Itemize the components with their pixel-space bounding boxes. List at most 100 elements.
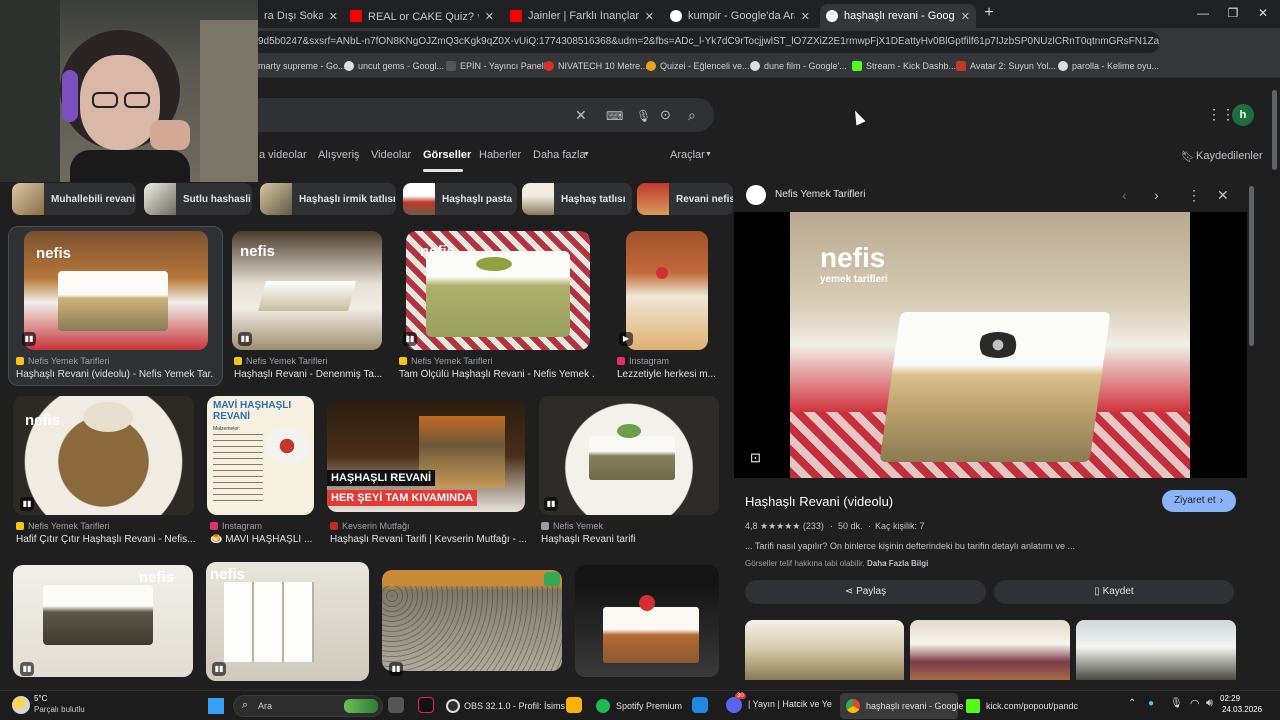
result-title[interactable]: Haşhaşlı Revani - Denenmiş Ta... bbox=[234, 369, 384, 380]
clock-time[interactable]: 02:29 bbox=[1220, 694, 1240, 703]
result-image[interactable]: MAVİ HAŞHAŞLI REVANİ Malzemeler: bbox=[207, 396, 314, 515]
tools-button[interactable]: Araçlar bbox=[670, 149, 705, 161]
result-title[interactable]: 🍮 MAVİ HAŞHAŞLI ... bbox=[210, 534, 314, 545]
task-view-icon[interactable] bbox=[388, 697, 404, 713]
taskbar-obs[interactable]: OBS 32.1.0 - Profil: İsims bbox=[446, 699, 565, 713]
related-image[interactable] bbox=[745, 620, 904, 680]
more-icon[interactable]: ⋮ bbox=[1187, 187, 1201, 204]
weather-icon[interactable] bbox=[12, 696, 30, 714]
result-image[interactable] bbox=[575, 565, 719, 677]
bookmark-item[interactable]: EPİN - Yayıncı Paneli bbox=[446, 61, 546, 71]
result-image[interactable]: nefis bbox=[406, 231, 590, 350]
result-title[interactable]: Haşhaşlı Revani tarifi bbox=[541, 534, 717, 545]
search-icon[interactable]: ⌕ bbox=[688, 107, 696, 124]
tray-chevron-icon[interactable]: ⌃ bbox=[1128, 698, 1136, 709]
tray-app-icon[interactable]: ● bbox=[1148, 698, 1154, 709]
tab-2[interactable]: REAL or CAKE Quiz? ✔️📋🔺 ✕ bbox=[344, 4, 500, 28]
chip-revani-nefis[interactable]: Revani nefis bbox=[637, 183, 733, 215]
maximize-icon[interactable]: ❐ bbox=[1218, 6, 1248, 20]
lens-icon[interactable]: ⊙ bbox=[660, 107, 671, 123]
preview-image[interactable]: nefis yemek tarifleri bbox=[790, 212, 1190, 478]
close-icon[interactable]: ✕ bbox=[801, 10, 810, 23]
result-image[interactable]: nefis bbox=[232, 231, 382, 350]
bookmark-item[interactable]: dune film - Google'... bbox=[750, 61, 847, 71]
close-icon[interactable]: ✕ bbox=[329, 10, 338, 23]
bookmark-item[interactable]: parolla - Kelime oyu... bbox=[1058, 61, 1159, 71]
close-icon[interactable]: ✕ bbox=[961, 10, 970, 23]
bookmark-item[interactable]: uncut gems - Googl... bbox=[344, 61, 444, 71]
result-title[interactable]: Haşhaşlı Revani (videolu) - Nefis Yemek … bbox=[16, 369, 214, 380]
result-image[interactable] bbox=[539, 396, 719, 515]
result-image[interactable]: HAŞHAŞLI REVANİ HER ŞEYİ TAM KIVAMINDA bbox=[327, 400, 525, 512]
lens-search-icon[interactable]: ⊡ bbox=[750, 450, 761, 466]
discord-icon[interactable] bbox=[726, 697, 742, 713]
result-title[interactable]: Haşhaşlı Revani (videolu) bbox=[745, 494, 893, 509]
nav-tab-haberler[interactable]: Haberler bbox=[479, 149, 521, 161]
bookmark-item[interactable]: marty supreme - Go... bbox=[258, 61, 346, 71]
keyboard-icon[interactable]: ⌨ bbox=[606, 109, 623, 123]
close-window-icon[interactable]: ✕ bbox=[1248, 6, 1278, 20]
saved-link[interactable]: Kaydedilenler bbox=[1196, 150, 1263, 162]
apps-grid-icon[interactable]: ⋮⋮ bbox=[1207, 106, 1235, 123]
result-image[interactable]: nefis bbox=[13, 396, 194, 515]
taskbar-spotify[interactable]: Spotify Premium bbox=[596, 699, 682, 713]
taskbar-search[interactable]: ⌕ Ara bbox=[233, 695, 383, 717]
page-scrollbar[interactable] bbox=[1272, 90, 1277, 170]
bookmark-item[interactable]: Stream - Kick Dashb... bbox=[852, 61, 956, 71]
microphone-icon[interactable]: 🎙︎ bbox=[636, 109, 651, 123]
visit-button[interactable]: Ziyaret et › bbox=[1162, 490, 1236, 512]
result-image[interactable]: nefis bbox=[24, 231, 208, 350]
result-image[interactable] bbox=[626, 231, 708, 350]
store-icon[interactable] bbox=[566, 697, 582, 713]
windows-start-icon[interactable] bbox=[208, 698, 224, 714]
nav-tab-videolar-partial[interactable]: a videolar bbox=[259, 149, 307, 161]
microphone-icon[interactable]: 🎙︎ bbox=[1170, 698, 1183, 709]
result-title[interactable]: Lezzetiyle herkesi m... bbox=[617, 369, 717, 380]
bookmark-item[interactable]: Quizei - Eğlenceli ve... bbox=[646, 61, 750, 71]
result-title[interactable]: Hafif Çıtır Çıtır Haşhaşlı Revani - Nefi… bbox=[16, 534, 196, 545]
chevron-left-icon[interactable]: ‹ bbox=[1122, 187, 1127, 203]
address-bar[interactable]: 9d5b0247&sxsrf=ANbL-n7fON8KNgOJZmQ3cKgk9… bbox=[250, 31, 1160, 53]
nav-tab-gorseller[interactable]: Görseller bbox=[423, 149, 471, 161]
chip-sutlu[interactable]: Sutlu hashasli bbox=[144, 183, 252, 215]
tab-4[interactable]: kumpir - Google'da Ara ✕ bbox=[664, 4, 816, 28]
save-button[interactable]: ▯ Kaydet bbox=[994, 580, 1234, 604]
result-image[interactable] bbox=[382, 570, 562, 671]
volume-icon[interactable]: 🔊︎ bbox=[1206, 697, 1213, 710]
clear-icon[interactable]: ✕ bbox=[575, 107, 587, 124]
close-icon[interactable]: ✕ bbox=[485, 10, 494, 23]
account-avatar[interactable]: h bbox=[1232, 104, 1254, 126]
close-icon[interactable]: ✕ bbox=[1217, 187, 1229, 204]
related-image[interactable] bbox=[1076, 620, 1236, 680]
result-image[interactable]: nefis bbox=[13, 565, 193, 677]
clock-date[interactable]: 24.03.2026 bbox=[1222, 705, 1262, 714]
close-icon[interactable]: ✕ bbox=[645, 10, 654, 23]
more-info-link[interactable]: Daha Fazla Bilgi bbox=[867, 559, 928, 568]
app-icon[interactable] bbox=[692, 697, 708, 713]
result-title[interactable]: Haşhaşlı Revani Tarifi | Kevserin Mutfağ… bbox=[330, 534, 526, 545]
result-title[interactable]: Tam Ölçülü Haşhaşlı Revani - Nefis Yemek… bbox=[399, 369, 595, 380]
chip-hashas-tatlisi[interactable]: Haşhaş tatlısı bbox=[522, 183, 632, 215]
chip-muhallebili[interactable]: Muhallebili revani bbox=[12, 183, 136, 215]
taskbar-kick[interactable]: kick.com/popout/pandc bbox=[966, 699, 1078, 713]
related-image[interactable] bbox=[910, 620, 1070, 680]
nav-tab-alisveris[interactable]: Alışveriş bbox=[318, 149, 360, 161]
chevron-right-icon[interactable]: › bbox=[1154, 187, 1159, 203]
panel-scrollbar[interactable] bbox=[1249, 186, 1254, 346]
nav-tab-daha-fazla[interactable]: Daha fazla bbox=[533, 149, 586, 161]
new-tab-button[interactable]: + bbox=[974, 4, 1004, 22]
taskbar-yayin[interactable]: | Yayın | Hatcik ve Ye bbox=[748, 699, 832, 709]
taskbar-chrome[interactable]: haşhaşlı revani - Google bbox=[846, 699, 964, 713]
tab-1[interactable]: ra Dışı Sokak Ye ✕ bbox=[258, 4, 344, 28]
bookmark-item[interactable]: Avatar 2: Suyun Yol... bbox=[956, 61, 1056, 71]
chip-pasta[interactable]: Haşhaşlı pasta bbox=[403, 183, 517, 215]
nav-tab-videolar[interactable]: Videolar bbox=[371, 149, 411, 161]
minimize-icon[interactable]: — bbox=[1188, 6, 1218, 20]
result-image[interactable]: nefis bbox=[206, 562, 369, 681]
site-name[interactable]: Nefis Yemek Tarifleri bbox=[775, 189, 865, 200]
chip-irmik[interactable]: Haşhaşlı irmik tatlısı bbox=[260, 183, 396, 215]
tab-active[interactable]: haşhaşlı revani - Google'da Ara ✕ bbox=[820, 4, 976, 28]
bookmark-item[interactable]: NIVATECH 10 Metre... bbox=[544, 61, 648, 71]
tab-3[interactable]: Jainler | Farklı İnançlar - YouTu ✕ bbox=[504, 4, 660, 28]
wifi-icon[interactable]: ◠ bbox=[1190, 697, 1200, 710]
